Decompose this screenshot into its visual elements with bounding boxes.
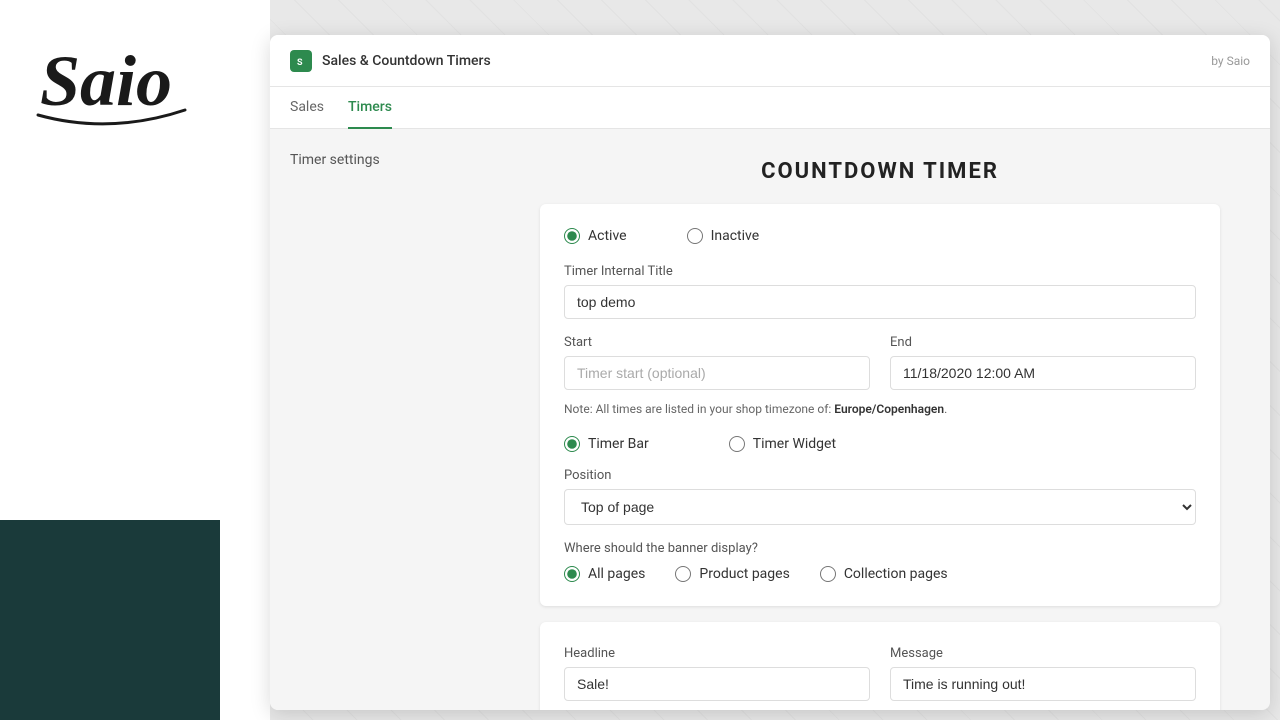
inactive-radio-option[interactable]: Inactive	[687, 228, 760, 244]
collection-pages-option[interactable]: Collection pages	[820, 566, 948, 582]
svg-text:S: S	[297, 58, 303, 68]
internal-title-label: Timer Internal Title	[564, 264, 1196, 279]
date-row: Start End	[564, 335, 1196, 390]
active-radio-option[interactable]: Active	[564, 228, 627, 244]
timer-type-radio-group: Timer Bar Timer Widget	[564, 436, 1196, 452]
active-radio[interactable]	[564, 228, 580, 244]
headline-message-row: Headline Message	[564, 646, 1196, 701]
active-label: Active	[588, 228, 627, 244]
start-input[interactable]	[564, 356, 870, 390]
end-label: End	[890, 335, 1196, 350]
timer-widget-radio[interactable]	[729, 436, 745, 452]
left-bottom-accent	[0, 520, 220, 720]
content-area: Timer settings COUNTDOWN TIMER Active In…	[270, 129, 1270, 710]
message-input[interactable]	[890, 667, 1196, 701]
inactive-label: Inactive	[711, 228, 760, 244]
position-select[interactable]: Top of page Bottom of page	[564, 489, 1196, 525]
nav-tabs: Sales Timers	[270, 87, 1270, 129]
app-logo: S	[290, 50, 312, 72]
pages-radio-group: All pages Product pages Collection pages	[564, 566, 1196, 582]
headline-input[interactable]	[564, 667, 870, 701]
all-pages-label: All pages	[588, 566, 645, 582]
end-input[interactable]	[890, 356, 1196, 390]
start-group: Start	[564, 335, 870, 390]
collection-pages-label: Collection pages	[844, 566, 948, 582]
collection-pages-radio[interactable]	[820, 566, 836, 582]
message-group: Message	[890, 646, 1196, 701]
headline-label: Headline	[564, 646, 870, 661]
app-by: by Saio	[1211, 54, 1250, 68]
all-pages-radio[interactable]	[564, 566, 580, 582]
timer-bar-label: Timer Bar	[588, 436, 649, 452]
message-label: Message	[890, 646, 1196, 661]
sidebar: Timer settings	[270, 129, 490, 710]
tab-sales[interactable]: Sales	[290, 87, 324, 129]
page-title: COUNTDOWN TIMER	[761, 159, 999, 184]
headline-group: Headline	[564, 646, 870, 701]
product-pages-radio[interactable]	[675, 566, 691, 582]
timer-settings-card: Active Inactive Timer Internal Title Sta…	[540, 204, 1220, 606]
product-pages-label: Product pages	[699, 566, 789, 582]
timezone-note: Note: All times are listed in your shop …	[564, 402, 1196, 416]
timer-widget-label: Timer Widget	[753, 436, 836, 452]
main-form-area: COUNTDOWN TIMER Active Inactive Timer In…	[490, 129, 1270, 710]
tab-timers[interactable]: Timers	[348, 87, 392, 129]
product-pages-option[interactable]: Product pages	[675, 566, 789, 582]
inactive-radio[interactable]	[687, 228, 703, 244]
timer-bar-radio[interactable]	[564, 436, 580, 452]
position-label: Position	[564, 468, 1196, 483]
sidebar-label: Timer settings	[290, 152, 380, 168]
svg-text:Saio: Saio	[40, 41, 172, 121]
all-pages-option[interactable]: All pages	[564, 566, 645, 582]
internal-title-input[interactable]	[564, 285, 1196, 319]
app-window: S Sales & Countdown Timers by Saio Sales…	[270, 35, 1270, 710]
timer-widget-option[interactable]: Timer Widget	[729, 436, 836, 452]
app-header: S Sales & Countdown Timers by Saio	[270, 35, 1270, 87]
app-title: Sales & Countdown Timers	[322, 53, 1211, 69]
end-group: End	[890, 335, 1196, 390]
start-label: Start	[564, 335, 870, 350]
design-card: Headline Message Show Timer Labels	[540, 622, 1220, 710]
saio-logo: Saio	[30, 20, 190, 150]
timer-bar-option[interactable]: Timer Bar	[564, 436, 649, 452]
banner-display-label: Where should the banner display?	[564, 541, 1196, 556]
status-radio-group: Active Inactive	[564, 228, 1196, 244]
